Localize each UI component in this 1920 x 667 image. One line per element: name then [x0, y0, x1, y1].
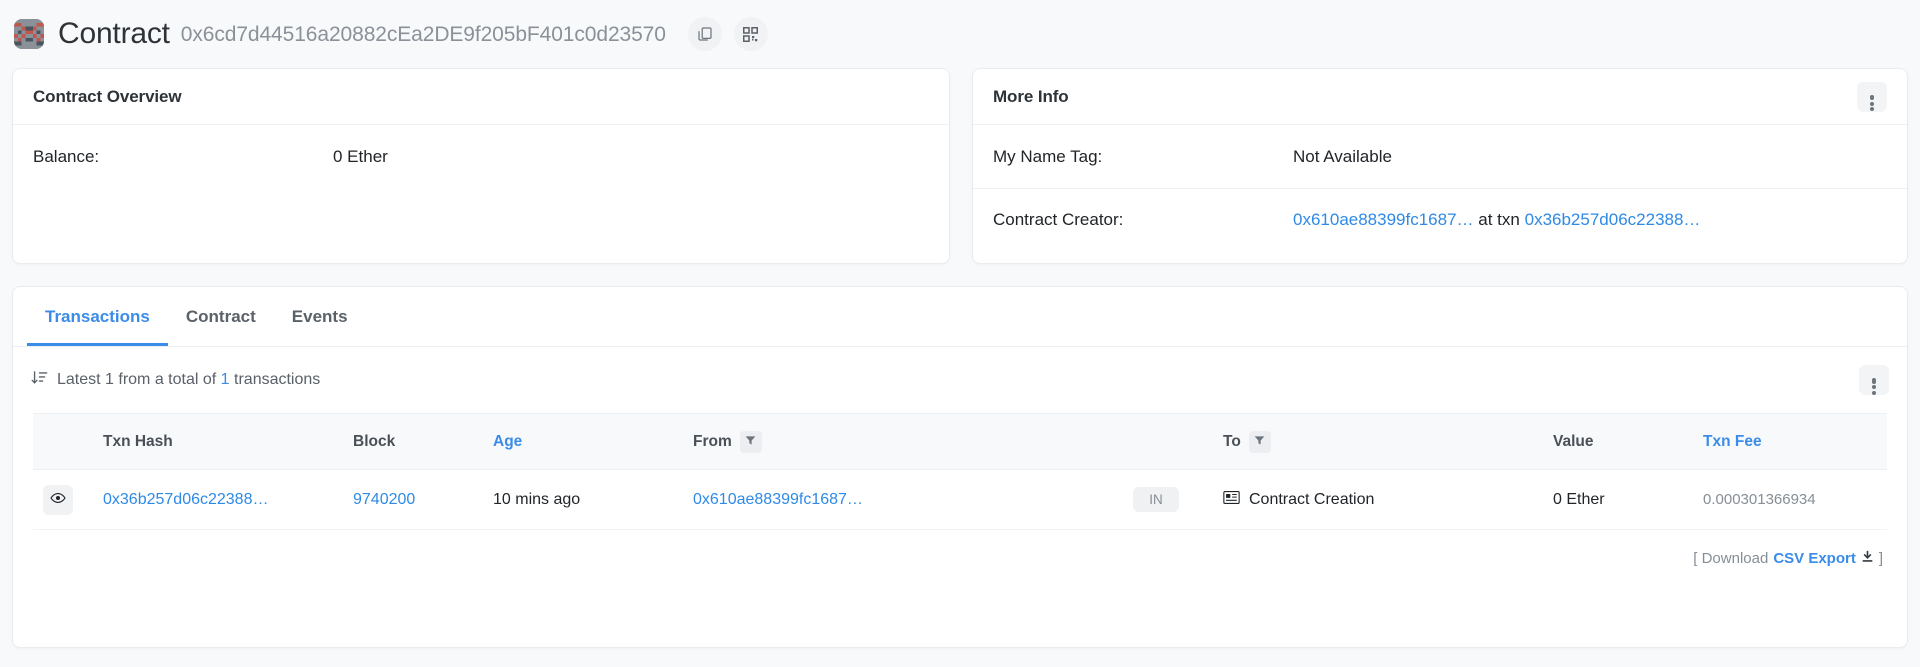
qr-code-icon — [743, 27, 758, 42]
contract-identicon — [14, 19, 44, 49]
cell-block: 9740200 — [343, 470, 483, 530]
transactions-subheader: Latest 1 from a total of 1 transactions — [13, 347, 1907, 413]
name-tag-row: My Name Tag: Not Available — [973, 125, 1907, 188]
tab-transactions[interactable]: Transactions — [27, 287, 168, 346]
cell-to: Contract Creation — [1213, 470, 1543, 530]
th-value: Value — [1543, 414, 1693, 470]
balance-value: 0 Ether — [333, 147, 388, 167]
filter-from-button[interactable] — [740, 431, 762, 453]
transactions-menu-button[interactable] — [1859, 365, 1889, 395]
cell-age: 10 mins ago — [483, 470, 683, 530]
from-address-link[interactable]: 0x610ae88399fc1687… — [693, 491, 863, 508]
kebab-menu-icon — [1872, 378, 1876, 382]
contract-creator-row: Contract Creator: 0x610ae88399fc1687… at… — [973, 188, 1907, 251]
more-info-menu-button[interactable] — [1857, 82, 1887, 112]
transactions-card: Transactions Contract Events Latest 1 fr… — [12, 286, 1908, 648]
eye-icon — [50, 490, 66, 509]
table-row: 0x36b257d06c22388… 9740200 10 mins ago 0… — [33, 470, 1887, 530]
download-icon — [1861, 550, 1874, 567]
creator-at-txn-text: at txn — [1478, 210, 1520, 229]
download-suffix-text: ] — [1879, 550, 1883, 567]
txn-fee-value: 0.000301366934 — [1703, 491, 1816, 508]
name-tag-label: My Name Tag: — [993, 147, 1293, 167]
tab-events[interactable]: Events — [274, 287, 366, 346]
cell-eye — [33, 470, 93, 530]
cell-direction: IN — [1123, 470, 1213, 530]
copy-address-button[interactable] — [688, 17, 722, 51]
total-count: 1 — [221, 371, 230, 388]
table-head: Txn Hash Block Age From — [33, 414, 1887, 470]
more-info-header: More Info — [973, 69, 1907, 125]
more-info-title: More Info — [993, 87, 1069, 107]
transactions-count-text: Latest 1 from a total of 1 transactions — [57, 371, 320, 389]
th-txn-fee[interactable]: Txn Fee — [1693, 414, 1887, 470]
th-to-label: To — [1223, 433, 1241, 451]
table-footer: [ Download CSV Export ] — [13, 530, 1907, 591]
more-info-card: More Info My Name Tag: Not Available Con… — [972, 68, 1908, 264]
th-inout — [1123, 414, 1213, 470]
block-link[interactable]: 9740200 — [353, 491, 415, 508]
contract-overview-card: Contract Overview Balance: 0 Ether — [12, 68, 950, 264]
sort-descending-icon — [31, 369, 48, 391]
table-body: 0x36b257d06c22388… 9740200 10 mins ago 0… — [33, 470, 1887, 530]
csv-export-link[interactable]: CSV Export — [1773, 550, 1856, 567]
cell-txn-hash: 0x36b257d06c22388… — [93, 470, 343, 530]
transactions-count-wrap: Latest 1 from a total of 1 transactions — [31, 369, 320, 391]
table-header-row: Txn Hash Block Age From — [33, 414, 1887, 470]
filter-icon — [1254, 434, 1265, 449]
summary-cards: Contract Overview Balance: 0 Ether More … — [12, 68, 1908, 264]
contract-overview-title: Contract Overview — [33, 87, 182, 107]
th-from-label: From — [693, 433, 732, 451]
balance-label: Balance: — [33, 147, 333, 167]
copy-icon — [697, 26, 713, 42]
contract-overview-header: Contract Overview — [13, 69, 949, 125]
contract-creator-label: Contract Creator: — [993, 210, 1293, 230]
cell-txn-fee: 0.000301366934 — [1693, 470, 1887, 530]
tab-bar: Transactions Contract Events — [13, 287, 1907, 347]
transactions-table: Txn Hash Block Age From — [33, 413, 1887, 530]
txn-hash-link[interactable]: 0x36b257d06c22388… — [103, 491, 268, 508]
to-label: Contract Creation — [1249, 491, 1374, 509]
th-eye — [33, 414, 93, 470]
cell-from: 0x610ae88399fc1687… — [683, 470, 1123, 530]
name-tag-value: Not Available — [1293, 147, 1392, 167]
creator-address-link[interactable]: 0x610ae88399fc1687… — [1293, 210, 1474, 229]
contract-creator-value: 0x610ae88399fc1687… at txn 0x36b257d06c2… — [1293, 210, 1700, 230]
th-age[interactable]: Age — [483, 414, 683, 470]
filter-icon — [745, 434, 756, 449]
cell-value: 0 Ether — [1543, 470, 1693, 530]
th-from: From — [683, 414, 1123, 470]
balance-row: Balance: 0 Ether — [13, 125, 949, 188]
direction-badge: IN — [1133, 487, 1179, 512]
tab-contract[interactable]: Contract — [168, 287, 274, 346]
count-prefix: Latest 1 from a total of — [57, 371, 216, 388]
kebab-menu-icon — [1870, 95, 1874, 99]
th-txn-hash: Txn Hash — [93, 414, 343, 470]
contract-address: 0x6cd7d44516a20882cEa2DE9f205bF401c0d235… — [181, 24, 666, 45]
preview-transaction-button[interactable] — [43, 485, 73, 515]
contract-document-icon — [1223, 490, 1240, 510]
count-suffix: transactions — [234, 371, 320, 388]
th-block: Block — [343, 414, 483, 470]
th-to: To — [1213, 414, 1543, 470]
filter-to-button[interactable] — [1249, 431, 1271, 453]
download-prefix-text: [ Download — [1693, 550, 1768, 567]
creator-txn-link[interactable]: 0x36b257d06c22388… — [1525, 210, 1701, 229]
page-title: Contract — [58, 19, 170, 49]
page-root: Contract 0x6cd7d44516a20882cEa2DE9f205bF… — [0, 0, 1920, 667]
page-header: Contract 0x6cd7d44516a20882cEa2DE9f205bF… — [12, 0, 1908, 68]
qr-code-button[interactable] — [734, 17, 768, 51]
